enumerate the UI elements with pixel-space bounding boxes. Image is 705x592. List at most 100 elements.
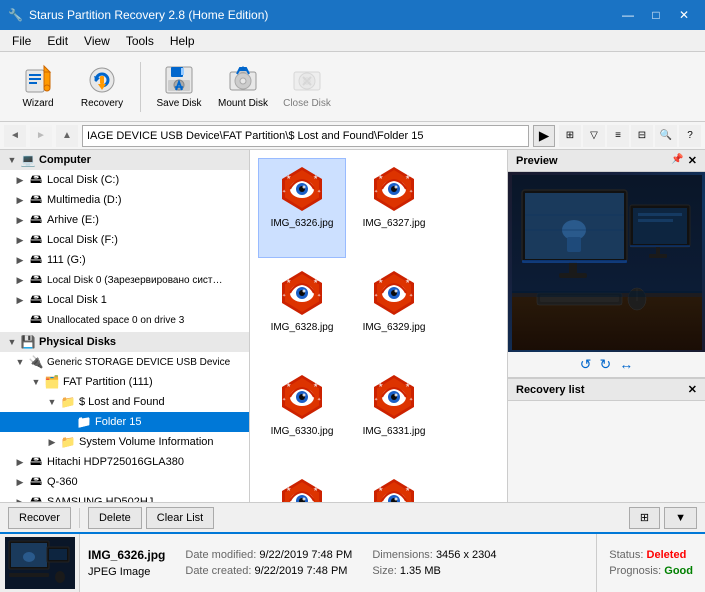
- menu-view[interactable]: View: [76, 32, 118, 50]
- expand-d[interactable]: ▶: [12, 195, 28, 206]
- recovery-button[interactable]: Recovery: [72, 57, 132, 117]
- close-disk-button[interactable]: Close Disk: [277, 57, 337, 117]
- svg-text:★: ★: [378, 174, 383, 181]
- rotate-right-button[interactable]: ↻: [600, 356, 612, 373]
- sidebar-item-local-f[interactable]: ▶ 🖴 Local Disk (F:): [0, 230, 249, 250]
- expand-sysvol[interactable]: ▶: [44, 437, 60, 448]
- mount-disk-button[interactable]: Mount Disk: [213, 57, 273, 117]
- sidebar-item-generic-storage[interactable]: ▼ 🔌 Generic STORAGE DEVICE USB Device: [0, 352, 249, 372]
- file-item[interactable]: ★ ★ ✦ ✦ IMG_6327.jpg: [350, 158, 438, 258]
- wizard-button[interactable]: Wizard: [8, 57, 68, 117]
- file-item[interactable]: ★ ★ ✦ ✦ IMG_6328.jpg: [258, 262, 346, 362]
- sidebar-item-unallocated[interactable]: ▶ 🖴 Unallocated space 0 on drive 3: [0, 310, 249, 330]
- svg-text:★: ★: [405, 382, 410, 389]
- view-options-button[interactable]: ⊞: [559, 125, 581, 147]
- forward-button[interactable]: ►: [30, 125, 52, 147]
- preview-controls: ↺ ↻ ↔: [508, 352, 705, 378]
- maximize-button[interactable]: □: [643, 5, 669, 25]
- sidebar-item-archive-e[interactable]: ▶ 🖴 Arhive (E:): [0, 210, 249, 230]
- view-list-button[interactable]: ≡: [607, 125, 629, 147]
- expand-generic[interactable]: ▼: [12, 357, 28, 367]
- fit-button[interactable]: ↔: [619, 356, 633, 373]
- svg-text:★: ★: [378, 278, 383, 285]
- minimize-button[interactable]: —: [615, 5, 641, 25]
- expand-fat[interactable]: ▼: [28, 377, 44, 387]
- status-created-row: Date created: 9/22/2019 7:48 PM: [185, 565, 352, 577]
- sidebar-item-system-volume[interactable]: ▶ 📁 System Volume Information: [0, 432, 249, 452]
- label-disk0: Local Disk 0 (Зарезервировано сист…: [47, 275, 223, 286]
- delete-button[interactable]: Delete: [88, 507, 142, 529]
- tree-computer[interactable]: ▼ 💻 Computer: [0, 150, 249, 170]
- status-modified-value: 9/22/2019 7:48 PM: [259, 549, 352, 561]
- tree-physical-disks[interactable]: ▼ 💾 Physical Disks: [0, 332, 249, 352]
- svg-text:✦: ✦: [374, 293, 378, 299]
- sidebar-item-fat-partition[interactable]: ▼ 🗂️ FAT Partition (111): [0, 372, 249, 392]
- file-item[interactable]: ★ ★ ✦ ✦ IMG_6333.jpg: [350, 470, 438, 502]
- expand-e[interactable]: ▶: [12, 215, 28, 226]
- menu-help[interactable]: Help: [162, 32, 203, 50]
- sort-btn[interactable]: ▼: [664, 507, 697, 529]
- save-disk-button[interactable]: Save Disk: [149, 57, 209, 117]
- help-button[interactable]: ?: [679, 125, 701, 147]
- sidebar-item-samsung[interactable]: ▶ 🖴 SAMSUNG HD502HJ: [0, 492, 249, 502]
- physdisk-label: Physical Disks: [39, 336, 116, 348]
- close-button[interactable]: ✕: [671, 5, 697, 25]
- sidebar-item-disk1[interactable]: ▶ 🖴 Local Disk 1: [0, 290, 249, 310]
- status-thumbnail: [0, 534, 80, 592]
- menu-edit[interactable]: Edit: [39, 32, 76, 50]
- go-button[interactable]: ▶: [533, 125, 555, 147]
- status-size-row: Size: 1.35 MB: [372, 565, 496, 577]
- label-hitachi: Hitachi HDP725016GLA380: [47, 456, 184, 468]
- file-item[interactable]: ★ ★ ✦ ✦ IMG_6331.jpg: [350, 366, 438, 466]
- recover-button[interactable]: Recover: [8, 507, 71, 529]
- expand-f[interactable]: ▶: [12, 235, 28, 246]
- expand-c[interactable]: ▶: [12, 175, 28, 186]
- svg-text:✦: ✦: [317, 189, 321, 195]
- menu-file[interactable]: File: [4, 32, 39, 50]
- sidebar-item-disk0[interactable]: ▶ 🖴 Local Disk 0 (Зарезервировано сист…: [0, 270, 249, 290]
- expand-disk0[interactable]: ▶: [12, 275, 28, 286]
- expand-lost[interactable]: ▼: [44, 397, 60, 407]
- recovery-list-close[interactable]: ✕: [688, 383, 697, 396]
- status-dim-value: 3456 x 2304: [436, 549, 497, 561]
- expand-g[interactable]: ▶: [12, 255, 28, 266]
- preview-pin-button[interactable]: 📌: [671, 154, 683, 167]
- preview-close-button[interactable]: ✕: [688, 154, 697, 167]
- expand-hitachi[interactable]: ▶: [12, 457, 28, 468]
- mount-disk-label: Mount Disk: [218, 98, 268, 109]
- filter-button[interactable]: ▽: [583, 125, 605, 147]
- titlebar-title: 🔧 Starus Partition Recovery 2.8 (Home Ed…: [8, 8, 268, 22]
- up-button[interactable]: ▲: [56, 125, 78, 147]
- back-button[interactable]: ◄: [4, 125, 26, 147]
- sidebar-item-local-c[interactable]: ▶ 🖴 Local Disk (C:): [0, 170, 249, 190]
- file-icon: ★ ★ ✦ ✦: [278, 373, 326, 421]
- svg-text:★: ★: [286, 278, 291, 285]
- view-grid-button[interactable]: ⊟: [631, 125, 653, 147]
- file-item[interactable]: ★ ★ ✦ ✦ IMG_6326.jpg: [258, 158, 346, 258]
- file-item[interactable]: ★ ★ ✦ ✦ IMG_6330.jpg: [258, 366, 346, 466]
- status-col-meta: Dimensions: 3456 x 2304 Size: 1.35 MB: [372, 538, 496, 588]
- view-options-btn[interactable]: ⊞: [629, 507, 660, 529]
- statusbar: IMG_6326.jpg JPEG Image Date modified: 9…: [0, 532, 705, 592]
- file-icon: ★ ★ ✦ ✦: [278, 165, 326, 213]
- address-input[interactable]: [82, 125, 529, 147]
- sidebar-item-multimedia-d[interactable]: ▶ 🖴 Multimedia (D:): [0, 190, 249, 210]
- folder-15-icon: 📁: [76, 414, 92, 430]
- expand-q360[interactable]: ▶: [12, 477, 28, 488]
- rotate-left-button[interactable]: ↺: [580, 356, 592, 373]
- file-label: IMG_6330.jpg: [271, 425, 334, 438]
- sidebar-item-q360[interactable]: ▶ 🖴 Q-360: [0, 472, 249, 492]
- expand-disk1[interactable]: ▶: [12, 295, 28, 306]
- sidebar-item-111-g[interactable]: ▶ 🖴 111 (G:): [0, 250, 249, 270]
- file-item[interactable]: ★ ★ ✦ ✦ IMG_6332.jpg: [258, 470, 346, 502]
- sidebar-item-hitachi[interactable]: ▶ 🖴 Hitachi HDP725016GLA380: [0, 452, 249, 472]
- hdd-icon: 🖴: [28, 232, 44, 248]
- svg-text:★: ★: [378, 486, 383, 493]
- sidebar-item-lost-found[interactable]: ▼ 📁 $ Lost and Found: [0, 392, 249, 412]
- file-item[interactable]: ★ ★ ✦ ✦ IMG_6329.jpg: [350, 262, 438, 362]
- menu-tools[interactable]: Tools: [118, 32, 162, 50]
- search-button[interactable]: 🔍: [655, 125, 677, 147]
- preview-image-content: [508, 172, 705, 352]
- clear-list-button[interactable]: Clear List: [146, 507, 214, 529]
- sidebar-item-folder-15[interactable]: ▶ 📁 Folder 15: [0, 412, 249, 432]
